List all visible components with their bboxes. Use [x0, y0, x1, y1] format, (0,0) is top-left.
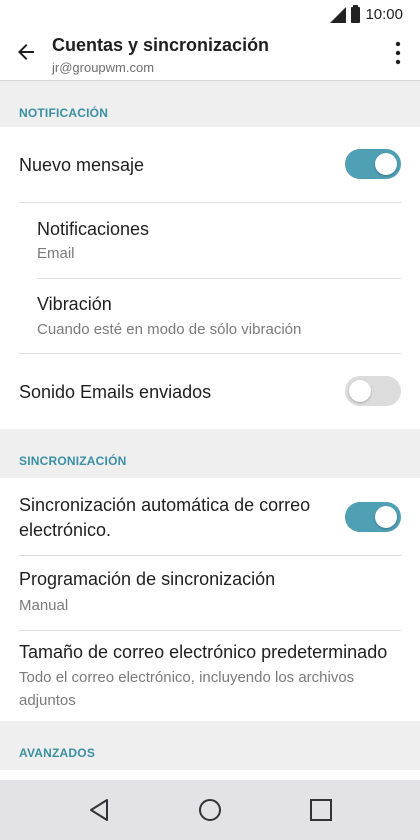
setting-label: Sonido Emails enviados [19, 382, 212, 402]
section-header-notificacion: NOTIFICACIÓN [0, 81, 420, 127]
setting-value: Manual [19, 597, 69, 614]
setting-label: Programación de sincronización [19, 569, 276, 589]
section-title: SINCRONIZACIÓN [19, 454, 127, 468]
advanced-settings-card [0, 770, 420, 780]
signal-icon [330, 6, 347, 23]
setting-label: Vibración [37, 294, 112, 314]
setting-nuevo-mensaje[interactable]: Nuevo mensaje [0, 127, 420, 203]
sonido-enviados-toggle[interactable] [345, 376, 401, 406]
navigation-bar [0, 780, 420, 840]
setting-sincronizacion-automatica[interactable]: Sincronización automática de correo elec… [0, 478, 420, 555]
page-title: Cuentas y sincronización [52, 35, 270, 55]
arrow-left-icon[interactable] [14, 40, 38, 64]
setting-value-line1: Todo el correo electrónico, incluyendo l… [19, 669, 355, 686]
account-email: jr@groupwm.com [52, 60, 155, 75]
section-header-sincronizacion: SINCRONIZACIÓN [0, 429, 420, 475]
sync-settings-card: Sincronización automática de correo elec… [0, 478, 420, 721]
setting-label-line1: Sincronización automática de correo [19, 495, 311, 515]
section-title: AVANZADOS [19, 746, 96, 760]
setting-value-line2: adjuntos [19, 692, 76, 709]
status-bar: 10:00 [0, 0, 420, 30]
more-vert-icon[interactable] [390, 40, 406, 66]
setting-label: Nuevo mensaje [19, 155, 145, 175]
setting-notificaciones[interactable]: Notificaciones Email [0, 203, 420, 278]
setting-tamano-correo[interactable]: Tamaño de correo electrónico predetermin… [0, 631, 420, 721]
nuevo-mensaje-toggle[interactable] [345, 149, 401, 179]
section-header-avanzados: AVANZADOS [0, 721, 420, 767]
setting-value: Cuando esté en modo de sólo vibración [37, 321, 302, 338]
toggle-knob [349, 380, 371, 402]
setting-label: Notificaciones [37, 219, 150, 239]
triangle-back-icon[interactable] [85, 795, 115, 825]
setting-label: Tamaño de correo electrónico predetermin… [19, 642, 388, 662]
setting-value: Email [37, 245, 75, 262]
battery-icon [351, 4, 361, 23]
status-time: 10:00 [365, 6, 403, 23]
toggle-knob [375, 506, 397, 528]
setting-sonido-emails-enviados[interactable]: Sonido Emails enviados [0, 354, 420, 429]
toggle-knob [375, 153, 397, 175]
square-recents-icon[interactable] [306, 795, 336, 825]
status-indicators: 10:00 [330, 4, 403, 23]
app-bar: Cuentas y sincronización jr@groupwm.com [0, 30, 420, 81]
section-title: NOTIFICACIÓN [19, 106, 109, 120]
setting-label-line2: electrónico. [19, 520, 112, 540]
circle-home-icon[interactable] [195, 795, 225, 825]
setting-programacion-sincronizacion[interactable]: Programación de sincronización Manual [0, 556, 420, 630]
setting-vibracion[interactable]: Vibración Cuando esté en modo de sólo vi… [0, 279, 420, 354]
notification-settings-card: Nuevo mensaje Notificaciones Email Vibra… [0, 127, 420, 429]
sync-auto-toggle[interactable] [345, 502, 401, 532]
